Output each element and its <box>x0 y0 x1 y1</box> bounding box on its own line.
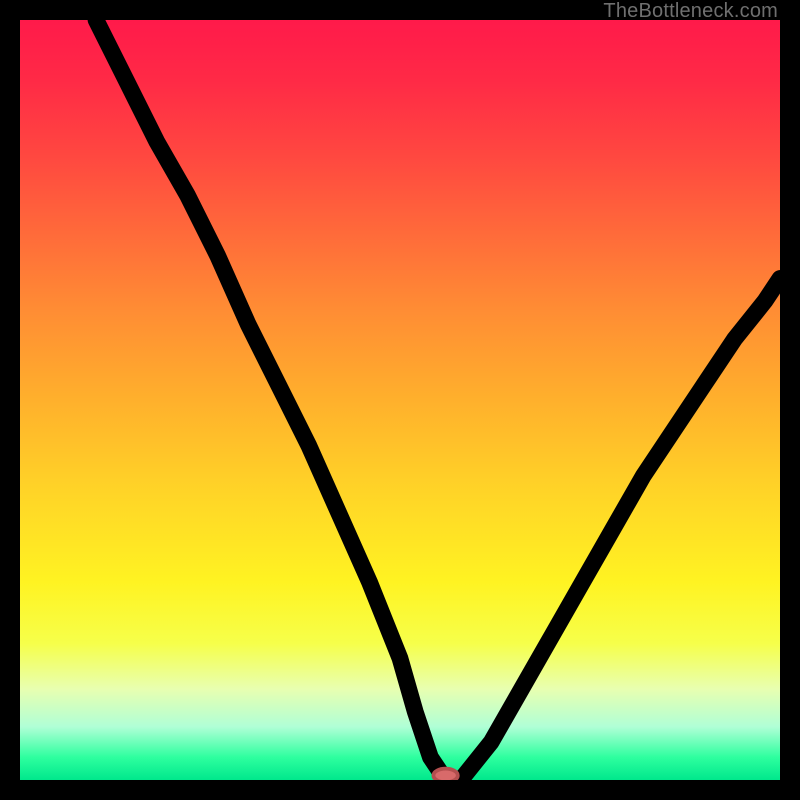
bottleneck-curve <box>96 20 780 780</box>
chart-svg <box>20 20 780 780</box>
plot-area <box>20 20 780 780</box>
chart-container: TheBottleneck.com <box>0 0 800 800</box>
watermark-text: TheBottleneck.com <box>603 0 778 23</box>
min-marker <box>433 769 457 780</box>
